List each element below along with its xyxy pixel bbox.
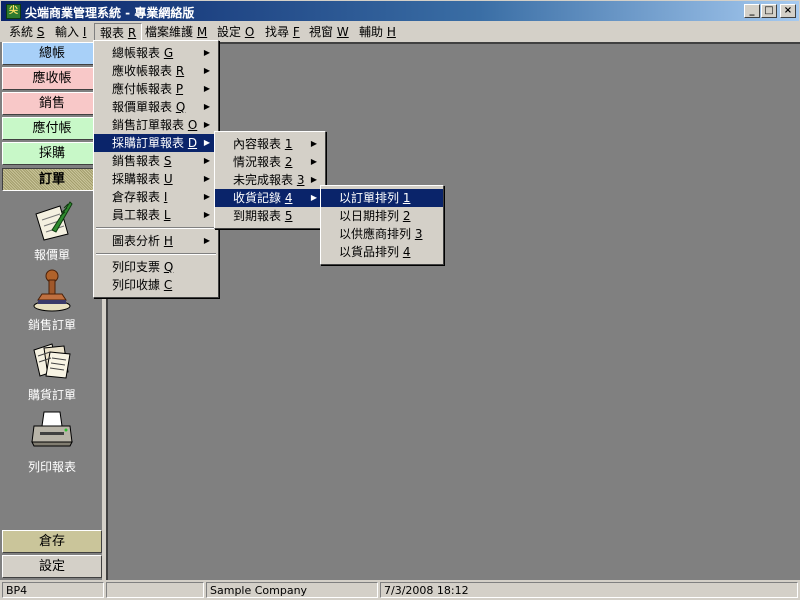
sidebar-item-sales[interactable]: 銷售 — [2, 92, 102, 115]
menu-item-status-report[interactable]: 情況報表 2 ▶ — [215, 153, 325, 171]
status-datetime: 7/3/2008 18:12 — [380, 582, 798, 598]
menu-file-maintenance[interactable]: 檔案維護 M — [140, 23, 212, 41]
sidebar-item-payables[interactable]: 應付帳 — [2, 117, 102, 140]
submenu-arrow-icon: ▶ — [203, 120, 210, 129]
menu-separator — [94, 224, 218, 232]
stamp-icon — [33, 269, 71, 312]
status-bar: BP4 Sample Company 7/3/2008 18:12 — [0, 580, 800, 600]
submenu-arrow-icon: ▶ — [203, 48, 210, 57]
submenu-arrow-icon: ▶ — [310, 175, 317, 184]
sidebar-item-receivables[interactable]: 應收帳 — [2, 67, 102, 90]
tool-label: 購貨訂單 — [27, 388, 76, 402]
status-company: Sample Company — [206, 582, 378, 598]
menu-item-purchase-reports[interactable]: 採購報表 U ▶ — [94, 170, 218, 188]
menu-item-employee-reports[interactable]: 員工報表 L ▶ — [94, 206, 218, 224]
menu-item-sort-by-order[interactable]: 以訂單排列 1 — [321, 189, 443, 207]
app-icon[interactable]: 尖 — [6, 4, 21, 19]
sidebar-item-settings[interactable]: 設定 — [2, 555, 102, 578]
tool-purchase-order[interactable]: 購貨訂單 — [0, 340, 104, 403]
menu-item-receivables-reports[interactable]: 應收帳報表 R ▶ — [94, 62, 218, 80]
menu-find[interactable]: 找尋 F — [260, 23, 305, 41]
submenu-arrow-icon: ▶ — [310, 157, 317, 166]
menu-item-print-cheque[interactable]: 列印支票 Q — [94, 258, 218, 276]
printer-icon — [31, 411, 73, 447]
menu-item-print-receipt[interactable]: 列印收據 C — [94, 276, 218, 294]
menu-system[interactable]: 系統 S — [4, 23, 49, 41]
minimize-button[interactable]: _ — [744, 4, 760, 18]
menu-input[interactable]: 輸入 I — [50, 23, 91, 41]
submenu-arrow-icon: ▶ — [203, 84, 210, 93]
reports-menu: 總帳報表 G ▶ 應收帳報表 R ▶ 應付帳報表 P ▶ 報價單報表 Q ▶ 銷售訂單報… — [93, 40, 219, 298]
menu-window[interactable]: 視窗 W — [304, 23, 354, 41]
menu-help[interactable]: 輔助 H — [354, 23, 401, 41]
menu-item-sales-order-reports[interactable]: 銷售訂單報表 O ▶ — [94, 116, 218, 134]
menu-item-sort-by-product[interactable]: 以貨品排列 4 — [321, 243, 443, 261]
menu-item-general-ledger-reports[interactable]: 總帳報表 G ▶ — [94, 44, 218, 62]
papers-icon — [33, 343, 71, 379]
menu-bar: 系統 S 輸入 I 報表 R 檔案維護 M 設定 O 找尋 F 視窗 W 輔助 … — [0, 22, 800, 42]
menu-item-sort-by-date[interactable]: 以日期排列 2 — [321, 207, 443, 225]
menu-item-outstanding-report[interactable]: 未完成報表 3 ▶ — [215, 171, 325, 189]
submenu-arrow-icon: ▶ — [310, 193, 317, 202]
receiving-records-submenu: 以訂單排列 1 以日期排列 2 以供應商排列 3 以貨品排列 4 — [320, 185, 444, 265]
submenu-arrow-icon: ▶ — [203, 66, 210, 75]
menu-reports[interactable]: 報表 R — [94, 23, 143, 41]
sidebar-item-orders[interactable]: 訂單 — [2, 168, 102, 191]
module-sidebar: 總帳 應收帳 銷售 應付帳 採購 訂單 報價單 銷售訂單 購貨訂單 列印報表 倉… — [0, 42, 104, 580]
submenu-arrow-icon: ▶ — [203, 192, 210, 201]
sidebar-item-general-ledger[interactable]: 總帳 — [2, 42, 102, 65]
submenu-arrow-icon: ▶ — [203, 210, 210, 219]
purchase-order-report-submenu: 內容報表 1 ▶ 情況報表 2 ▶ 未完成報表 3 ▶ 收貨記錄 4 ▶ 到期報表 5 — [214, 131, 326, 229]
tool-quotation[interactable]: 報價單 — [0, 200, 104, 263]
menu-item-purchase-order-reports[interactable]: 採購訂單報表 D ▶ — [94, 134, 218, 152]
menu-item-chart-analysis[interactable]: 圖表分析 H ▶ — [94, 232, 218, 250]
maximize-button[interactable]: □ — [761, 4, 777, 18]
sidebar-item-inventory[interactable]: 倉存 — [2, 530, 102, 553]
sidebar-item-purchasing[interactable]: 採購 — [2, 142, 102, 165]
tool-label: 列印報表 — [27, 460, 76, 474]
submenu-arrow-icon: ▶ — [203, 174, 210, 183]
menu-item-inventory-reports[interactable]: 倉存報表 I ▶ — [94, 188, 218, 206]
window-title: 尖端商業管理系統 - 專業網絡版 — [25, 6, 195, 20]
status-empty — [106, 582, 204, 598]
status-code: BP4 — [2, 582, 104, 598]
menu-item-receiving-records[interactable]: 收貨記錄 4 ▶ — [215, 189, 325, 207]
menu-item-payables-reports[interactable]: 應付帳報表 P ▶ — [94, 80, 218, 98]
submenu-arrow-icon: ▶ — [203, 138, 210, 147]
menu-settings[interactable]: 設定 O — [212, 23, 259, 41]
quill-document-icon — [35, 201, 73, 241]
menu-item-content-report[interactable]: 內容報表 1 ▶ — [215, 135, 325, 153]
submenu-arrow-icon: ▶ — [203, 236, 210, 245]
submenu-arrow-icon: ▶ — [203, 156, 210, 165]
menu-separator — [94, 250, 218, 258]
menu-item-quotation-reports[interactable]: 報價單報表 Q ▶ — [94, 98, 218, 116]
title-bar[interactable]: 尖 尖端商業管理系統 - 專業網絡版 _ □ × — [0, 0, 800, 22]
menu-item-due-report[interactable]: 到期報表 5 — [215, 207, 325, 225]
tool-label: 報價單 — [33, 248, 70, 262]
submenu-arrow-icon: ▶ — [203, 102, 210, 111]
tool-label: 銷售訂單 — [27, 318, 76, 332]
submenu-arrow-icon: ▶ — [310, 139, 317, 148]
tool-print-reports[interactable]: 列印報表 — [0, 410, 104, 475]
menu-item-sales-reports[interactable]: 銷售報表 S ▶ — [94, 152, 218, 170]
close-button[interactable]: × — [780, 4, 796, 18]
menu-item-sort-by-supplier[interactable]: 以供應商排列 3 — [321, 225, 443, 243]
tool-sales-order[interactable]: 銷售訂單 — [0, 268, 104, 333]
